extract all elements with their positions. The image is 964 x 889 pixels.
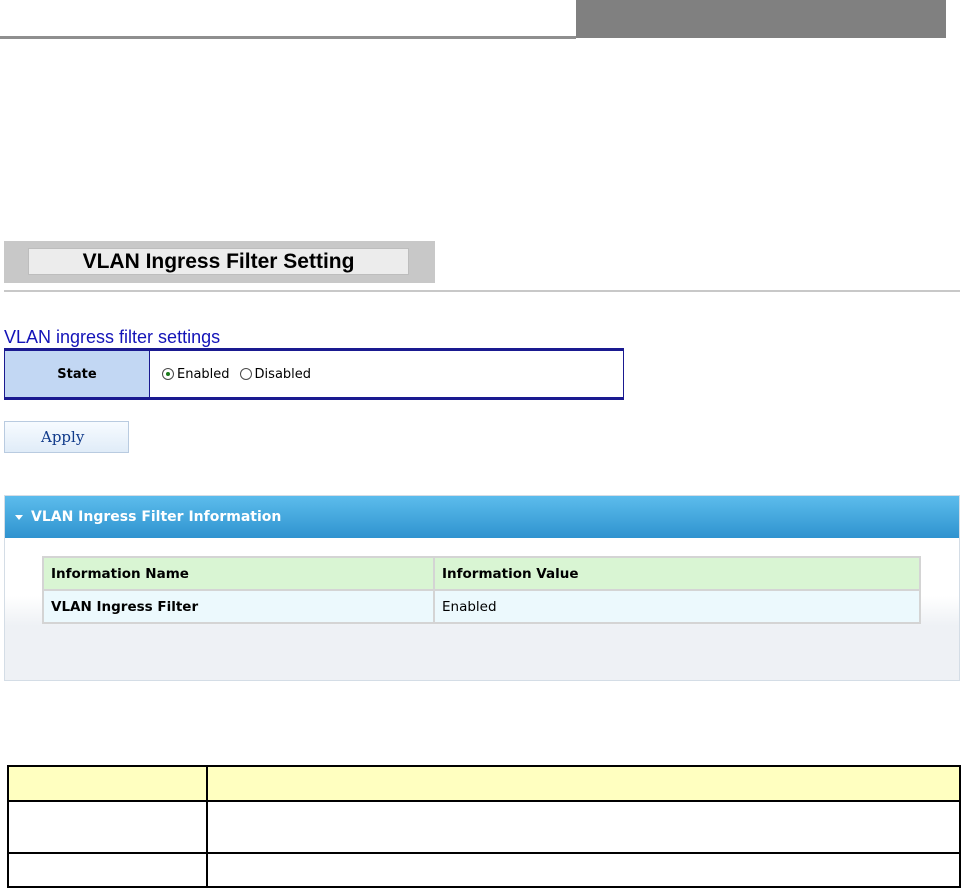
description-cell bbox=[206, 852, 961, 888]
title-divider bbox=[4, 290, 960, 292]
column-header-value: Information Value bbox=[433, 556, 921, 591]
description-row bbox=[7, 852, 961, 888]
enabled-label: Enabled bbox=[177, 366, 230, 382]
description-header-cell-2 bbox=[206, 765, 961, 802]
description-table bbox=[7, 765, 961, 888]
info-value-cell: Enabled bbox=[433, 589, 921, 624]
info-table-header-row: Information Name Information Value bbox=[42, 556, 921, 591]
disabled-radio[interactable] bbox=[239, 368, 252, 380]
apply-button[interactable]: Apply bbox=[4, 421, 129, 453]
top-rule bbox=[0, 36, 576, 39]
column-header-name: Information Name bbox=[42, 556, 435, 591]
enabled-radio[interactable] bbox=[162, 368, 174, 380]
info-panel: VLAN Ingress Filter Information Informat… bbox=[4, 495, 960, 681]
page-title-tab: VLAN Ingress Filter Setting bbox=[4, 241, 435, 283]
disabled-label: Disabled bbox=[254, 366, 312, 382]
state-enabled-option[interactable]: Enabled bbox=[162, 367, 230, 382]
description-cell bbox=[7, 852, 208, 888]
info-table: Information Name Information Value VLAN … bbox=[42, 556, 921, 624]
state-disabled-option[interactable]: Disabled bbox=[239, 366, 312, 382]
info-panel-title: VLAN Ingress Filter Information bbox=[31, 509, 282, 525]
table-row: VLAN Ingress Filter Enabled bbox=[42, 589, 921, 624]
description-header-row bbox=[7, 765, 961, 802]
description-header-cell-1 bbox=[7, 765, 208, 802]
top-header-block bbox=[576, 0, 946, 38]
info-panel-header[interactable]: VLAN Ingress Filter Information bbox=[5, 496, 959, 538]
description-row bbox=[7, 800, 961, 854]
state-setting-table: State Enabled Disabled bbox=[4, 348, 624, 400]
description-cell bbox=[7, 800, 208, 854]
state-label: State bbox=[5, 351, 150, 397]
caret-down-icon bbox=[15, 514, 23, 520]
info-name-cell: VLAN Ingress Filter bbox=[42, 589, 435, 624]
state-options: Enabled Disabled bbox=[150, 351, 623, 397]
settings-heading: VLAN ingress filter settings bbox=[4, 327, 221, 347]
page-title: VLAN Ingress Filter Setting bbox=[28, 248, 409, 275]
description-cell bbox=[206, 800, 961, 854]
